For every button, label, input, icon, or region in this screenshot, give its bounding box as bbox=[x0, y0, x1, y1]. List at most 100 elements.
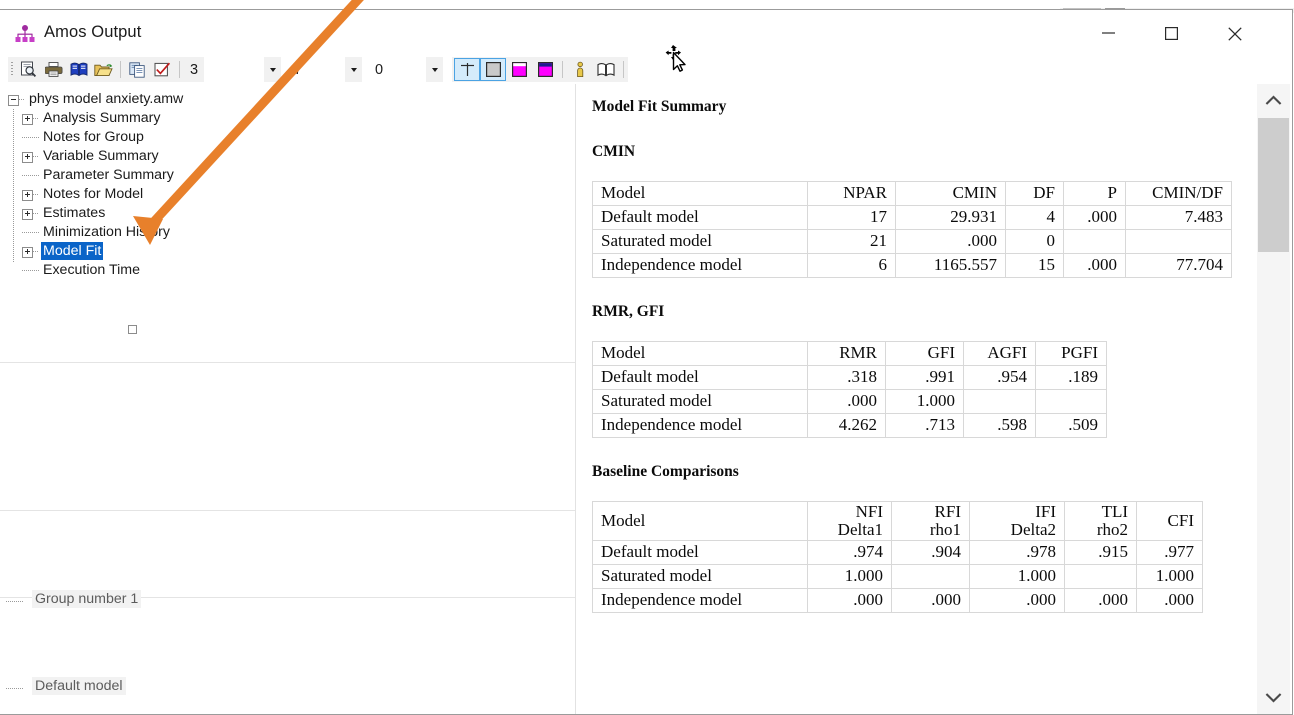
table-borders-icon bbox=[460, 63, 474, 76]
chevron-down-icon[interactable] bbox=[345, 57, 362, 82]
scroll-down-button[interactable] bbox=[1257, 681, 1290, 714]
tree-item-analysis-summary[interactable]: Analysis Summary bbox=[8, 109, 185, 128]
baseline-comparisons-table: Model NFI Delta1 RFI rho1 IFI Delta2 TLI… bbox=[592, 500, 1203, 614]
table-cell: .974 bbox=[807, 540, 892, 566]
table-cell bbox=[963, 389, 1036, 414]
table-cell: 15 bbox=[1005, 253, 1064, 278]
decimal-places-value[interactable]: 3 bbox=[184, 62, 204, 78]
person-button[interactable] bbox=[567, 58, 593, 81]
maximize-button[interactable] bbox=[1148, 16, 1194, 50]
table-cell bbox=[891, 564, 970, 590]
group-pane-item[interactable]: Group number 1 bbox=[6, 590, 142, 608]
tree-item-label: Model Fit bbox=[41, 242, 104, 260]
tree-item-label: Minimization History bbox=[43, 224, 170, 240]
column-header: AGFI bbox=[963, 341, 1036, 366]
scroll-up-button[interactable] bbox=[1257, 84, 1290, 117]
highlight-navy-magenta-button[interactable] bbox=[532, 58, 558, 81]
toolbar-grip[interactable] bbox=[8, 57, 16, 82]
scrollbar-thumb[interactable] bbox=[1258, 118, 1289, 252]
pane-divider-1[interactable] bbox=[0, 362, 575, 363]
table-header-row: Model NPAR CMIN DF P CMIN/DF bbox=[592, 181, 1232, 206]
expander-expand-icon[interactable] bbox=[22, 190, 33, 201]
column-header: RMR bbox=[807, 341, 886, 366]
tree-item-notes-for-group[interactable]: Notes for Group bbox=[8, 128, 185, 147]
table-cell: .598 bbox=[963, 413, 1036, 438]
open-file-icon bbox=[94, 63, 113, 76]
tree-connector bbox=[19, 99, 25, 100]
tree-item-variable-summary[interactable]: Variable Summary bbox=[8, 147, 185, 166]
extra-combo[interactable] bbox=[426, 57, 443, 82]
table-cell: 6 bbox=[807, 253, 896, 278]
tree-item-execution-time[interactable]: Execution Time bbox=[8, 261, 185, 280]
table-row: Saturated model .000 1.000 bbox=[592, 389, 1107, 414]
table-row: Independence model .000 .000 .000 .000 .… bbox=[592, 588, 1203, 614]
table-fill-button[interactable] bbox=[480, 58, 506, 81]
table-cell: 7.483 bbox=[1125, 205, 1232, 230]
table-cell: .000 bbox=[807, 588, 892, 614]
column-header-top: NFI bbox=[855, 502, 883, 521]
book-open-icon bbox=[597, 63, 615, 77]
tree-connector bbox=[22, 137, 39, 138]
column-header: CMIN bbox=[895, 181, 1006, 206]
tree-root[interactable]: phys model anxiety.amw bbox=[8, 90, 185, 109]
column-header: PGFI bbox=[1035, 341, 1107, 366]
column-header-bottom: rho2 bbox=[1096, 519, 1128, 539]
table-row: Default model .974 .904 .978 .915 .977 bbox=[592, 540, 1203, 566]
table-cell: .915 bbox=[1064, 540, 1137, 566]
column-header: GFI bbox=[885, 341, 964, 366]
table-cell: .713 bbox=[885, 413, 964, 438]
minimize-button[interactable] bbox=[1085, 16, 1131, 50]
column-header: CMIN/DF bbox=[1125, 181, 1232, 206]
highlight-magenta-button[interactable] bbox=[506, 58, 532, 81]
column-header: Model bbox=[592, 500, 808, 542]
content-area: phys model anxiety.amw Analysis Summary bbox=[0, 84, 1291, 714]
toolbar: 3 7 0 bbox=[0, 55, 1292, 84]
column-header: Model bbox=[592, 181, 808, 206]
open-file-button[interactable] bbox=[91, 58, 116, 81]
amos-output-window: Amos Output 3 7 0 phys model anxiety.amw… bbox=[0, 9, 1293, 715]
tree-item-minimization-history[interactable]: Minimization History bbox=[8, 223, 185, 242]
chevron-down-icon bbox=[1265, 693, 1282, 703]
expander-collapse-icon[interactable] bbox=[8, 95, 19, 106]
table-cell: .978 bbox=[969, 540, 1065, 566]
expander-expand-icon[interactable] bbox=[22, 209, 33, 220]
close-icon bbox=[1228, 27, 1242, 41]
table-cell: 4.262 bbox=[807, 413, 886, 438]
table-cell: Saturated model bbox=[592, 564, 808, 590]
table-cell: 1.000 bbox=[969, 564, 1065, 590]
zero-value-combo[interactable]: 0 bbox=[345, 57, 384, 82]
table-cell: 1.000 bbox=[1136, 564, 1203, 590]
tree-item-estimates[interactable]: Estimates bbox=[8, 204, 185, 223]
output-scrollbar[interactable] bbox=[1257, 84, 1290, 714]
table-fill-icon bbox=[485, 62, 501, 78]
model-pane-item[interactable]: Default model bbox=[6, 677, 126, 695]
title-bar: Amos Output bbox=[0, 10, 1292, 55]
copy-button[interactable] bbox=[125, 58, 150, 81]
format-toolbar-group bbox=[452, 57, 628, 82]
model-pane-label: Default model bbox=[32, 677, 126, 695]
table-cell: .954 bbox=[963, 365, 1036, 390]
expander-expand-icon[interactable] bbox=[22, 247, 33, 258]
options-button[interactable] bbox=[150, 58, 175, 81]
tree-connector bbox=[33, 118, 39, 119]
field-width-combo[interactable]: 7 bbox=[264, 57, 303, 82]
table-borders-button[interactable] bbox=[454, 58, 480, 81]
chevron-down-icon[interactable] bbox=[426, 57, 443, 82]
pane-divider-2[interactable] bbox=[0, 510, 575, 511]
expander-expand-icon[interactable] bbox=[22, 114, 33, 125]
book-open-button[interactable] bbox=[593, 58, 619, 81]
chevron-down-icon[interactable] bbox=[264, 57, 281, 82]
close-button[interactable] bbox=[1212, 16, 1258, 50]
expander-expand-icon[interactable] bbox=[22, 152, 33, 163]
print-preview-button[interactable] bbox=[16, 58, 41, 81]
tree-item-notes-for-model[interactable]: Notes for Model bbox=[8, 185, 185, 204]
table-cell: 1165.557 bbox=[895, 253, 1006, 278]
view-text-button[interactable] bbox=[66, 58, 91, 81]
tree-item-model-fit[interactable]: Model Fit bbox=[8, 242, 185, 261]
tree-item-parameter-summary[interactable]: Parameter Summary bbox=[8, 166, 185, 185]
table-cell: .189 bbox=[1035, 365, 1107, 390]
tree-connector bbox=[22, 175, 39, 176]
table-cell: 1.000 bbox=[885, 389, 964, 414]
print-button[interactable] bbox=[41, 58, 66, 81]
table-cell bbox=[1125, 229, 1232, 254]
